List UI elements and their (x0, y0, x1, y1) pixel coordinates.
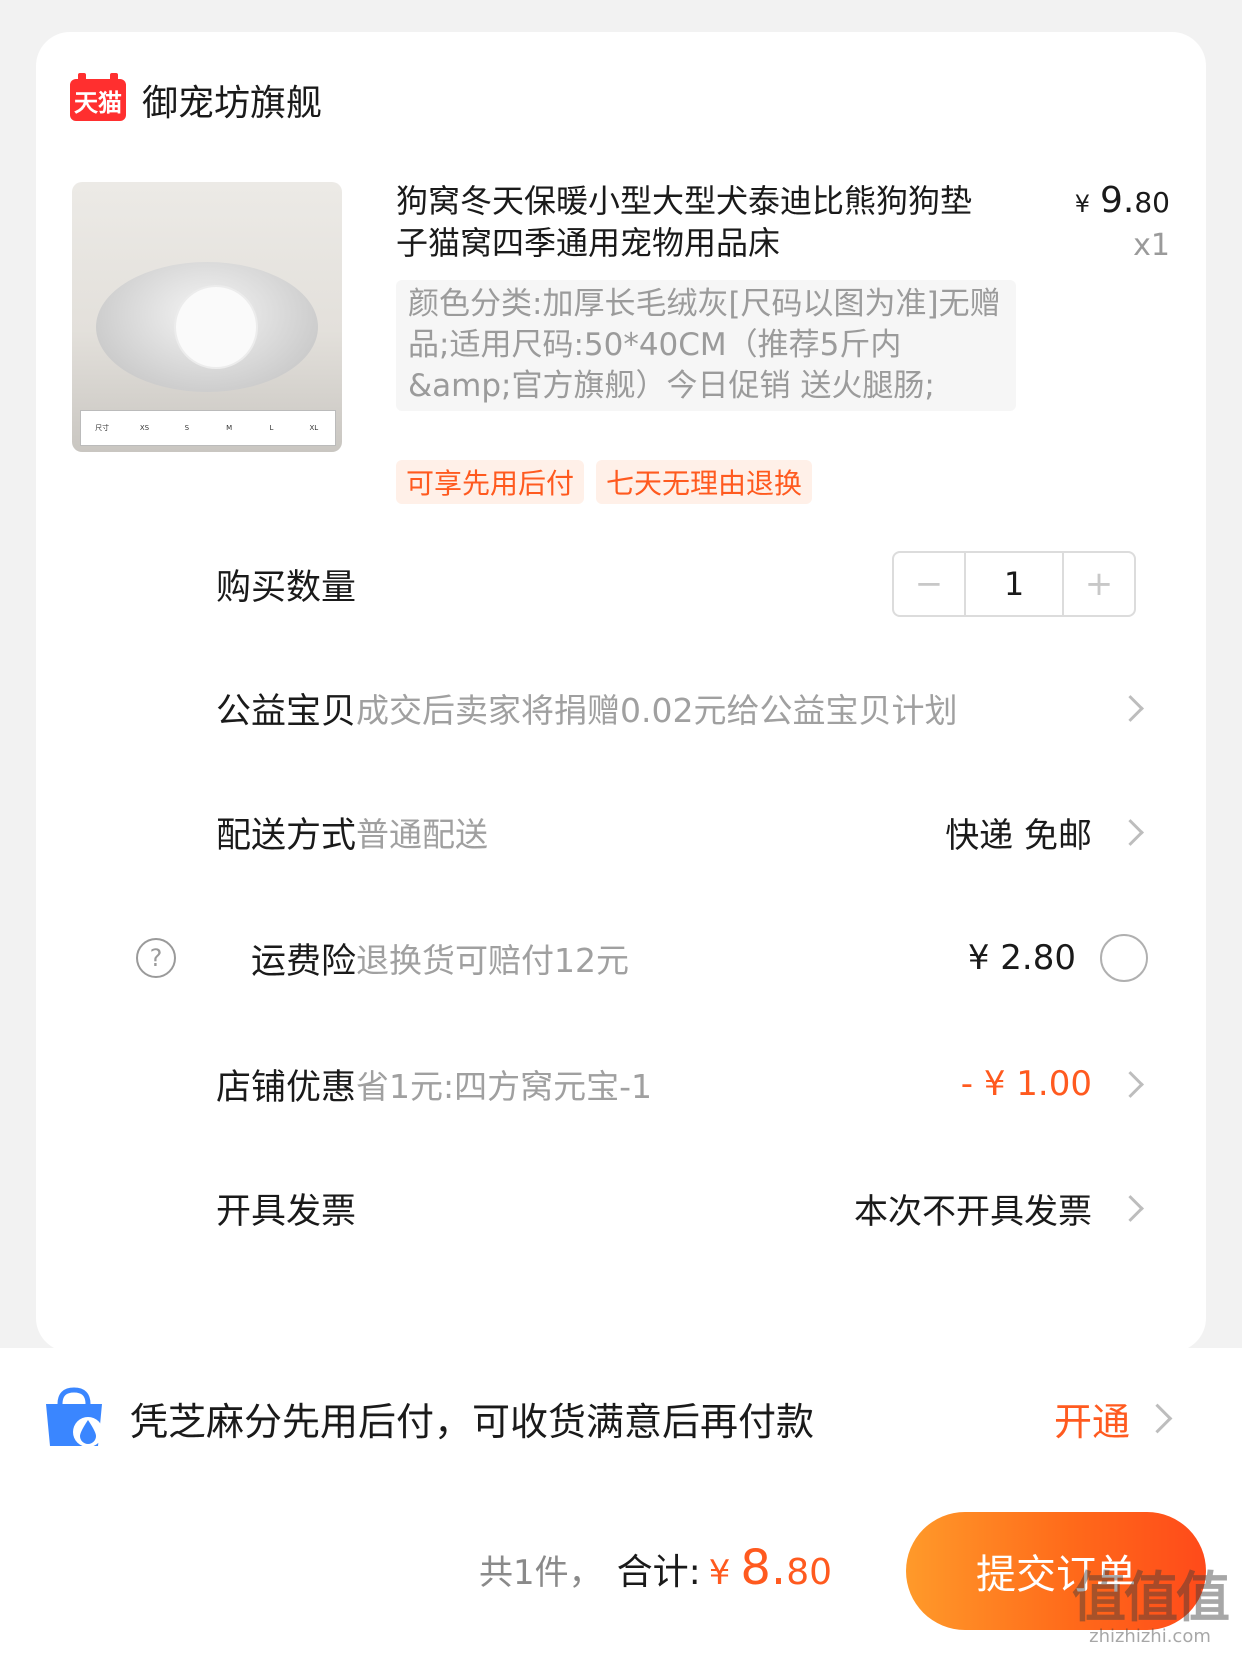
price-currency: ¥ (1074, 190, 1090, 218)
service-tags: 可享先用后付 七天无理由退换 (396, 460, 813, 504)
order-card: 天猫 御宠坊旗舰 尺寸 XS S M L XL 狗窝冬天保暖小型大型犬泰迪比熊狗… (36, 32, 1206, 1352)
row-insurance: ? 运费险 退换货可赔付12元 ¥ 2.80 (36, 928, 1206, 988)
row-invoice[interactable]: 开具发票 本次不开具发票 (36, 1178, 1206, 1238)
product-price: ¥9.80 (1075, 180, 1170, 221)
insurance-price: ¥ 2.80 (967, 938, 1076, 978)
size-xs: XS (139, 424, 150, 432)
price-int: 9. (1100, 180, 1135, 221)
invoice-label: 开具发票 (215, 1191, 356, 1232)
total-currency: ¥ (708, 1553, 731, 1593)
pay-later-banner[interactable]: 凭芝麻分先用后付，可收货满意后再付款 开通 (40, 1378, 1210, 1458)
activate-link[interactable]: 开通 (1054, 1391, 1130, 1446)
tmall-logo: 天猫 (70, 73, 126, 121)
row-delivery[interactable]: 配送方式 普通配送 快递 免邮 (36, 802, 1206, 862)
pet-bed-graphic (96, 262, 318, 392)
insurance-radio[interactable] (1100, 934, 1148, 982)
discount-label: 店铺优惠 (215, 1067, 356, 1108)
row-charity[interactable]: 公益宝贝 成交后卖家将捐赠0.02元给公益宝贝计划 (36, 678, 1206, 738)
row-discount[interactable]: 店铺优惠 省1元:四方窝元宝-1 - ¥ 1.00 (36, 1054, 1206, 1114)
watermark: 值值值 zhizhizhi.com (1072, 1566, 1230, 1647)
chevron-right-icon (1117, 818, 1144, 846)
total-decimal: 80 (786, 1552, 832, 1593)
quantity-stepper: − 1 + (892, 551, 1136, 617)
help-icon[interactable]: ? (136, 938, 176, 978)
total-label: 合计: (616, 1552, 701, 1593)
price-decimal: 80 (1134, 186, 1170, 219)
dog-graphic (176, 287, 256, 367)
size-s: S (184, 424, 190, 432)
chevron-right-icon (1117, 694, 1144, 722)
chevron-right-icon (1142, 1403, 1173, 1433)
delivery-value: 快递 免邮 (945, 815, 1092, 856)
row-quantity: 购买数量 − 1 + (36, 551, 1206, 617)
insurance-label: 运费险 (250, 941, 356, 982)
plus-button[interactable]: + (1064, 553, 1134, 615)
chevron-right-icon (1117, 1070, 1144, 1098)
charity-desc: 成交后卖家将捐赠0.02元给公益宝贝计划 (356, 691, 958, 730)
size-header: 尺寸 (95, 424, 110, 432)
product-title[interactable]: 狗窝冬天保暖小型大型犬泰迪比熊狗狗垫子猫窝四季通用宠物用品床 (396, 180, 996, 264)
charity-label: 公益宝贝 (215, 691, 356, 732)
product-quantity: x1 (1133, 228, 1170, 263)
order-summary: 共1件， 合计: ¥ 8. 80 (479, 1540, 832, 1596)
invoice-value: 本次不开具发票 (854, 1191, 1092, 1232)
tag-7day-return: 七天无理由退换 (596, 460, 813, 504)
item-count: 共1件， (478, 1553, 603, 1593)
chevron-right-icon (1117, 1194, 1144, 1222)
delivery-label: 配送方式 (215, 815, 356, 856)
shopping-bag-icon (46, 1387, 103, 1447)
product-image[interactable]: 尺寸 XS S M L XL (72, 182, 342, 452)
watermark-sub: zhizhizhi.com (1089, 1626, 1211, 1647)
insurance-desc: 退换货可赔付12元 (356, 941, 629, 980)
size-m: M (226, 424, 233, 432)
watermark-main: 值值值 (1072, 1566, 1230, 1629)
discount-value: - ¥ 1.00 (960, 1064, 1092, 1104)
size-xl: XL (309, 424, 319, 432)
delivery-desc: 普通配送 (356, 815, 488, 854)
pay-later-text: 凭芝麻分先用后付，可收货满意后再付款 (130, 1399, 815, 1444)
tag-pay-later: 可享先用后付 (396, 460, 585, 504)
product-spec[interactable]: 颜色分类:加厚长毛绒灰[尺码以图为准]无赠品;适用尺码:50*40CM（推荐5斤… (396, 280, 1016, 411)
quantity-input[interactable]: 1 (964, 553, 1064, 615)
size-table: 尺寸 XS S M L XL (80, 410, 336, 446)
minus-button[interactable]: − (894, 553, 964, 615)
size-l: L (269, 424, 274, 432)
shop-header[interactable]: 天猫 御宠坊旗舰 (70, 72, 322, 128)
total-int: 8. (740, 1540, 787, 1596)
quantity-label: 购买数量 (215, 567, 356, 608)
discount-desc: 省1元:四方窝元宝-1 (356, 1067, 653, 1106)
shop-name[interactable]: 御宠坊旗舰 (142, 74, 322, 126)
